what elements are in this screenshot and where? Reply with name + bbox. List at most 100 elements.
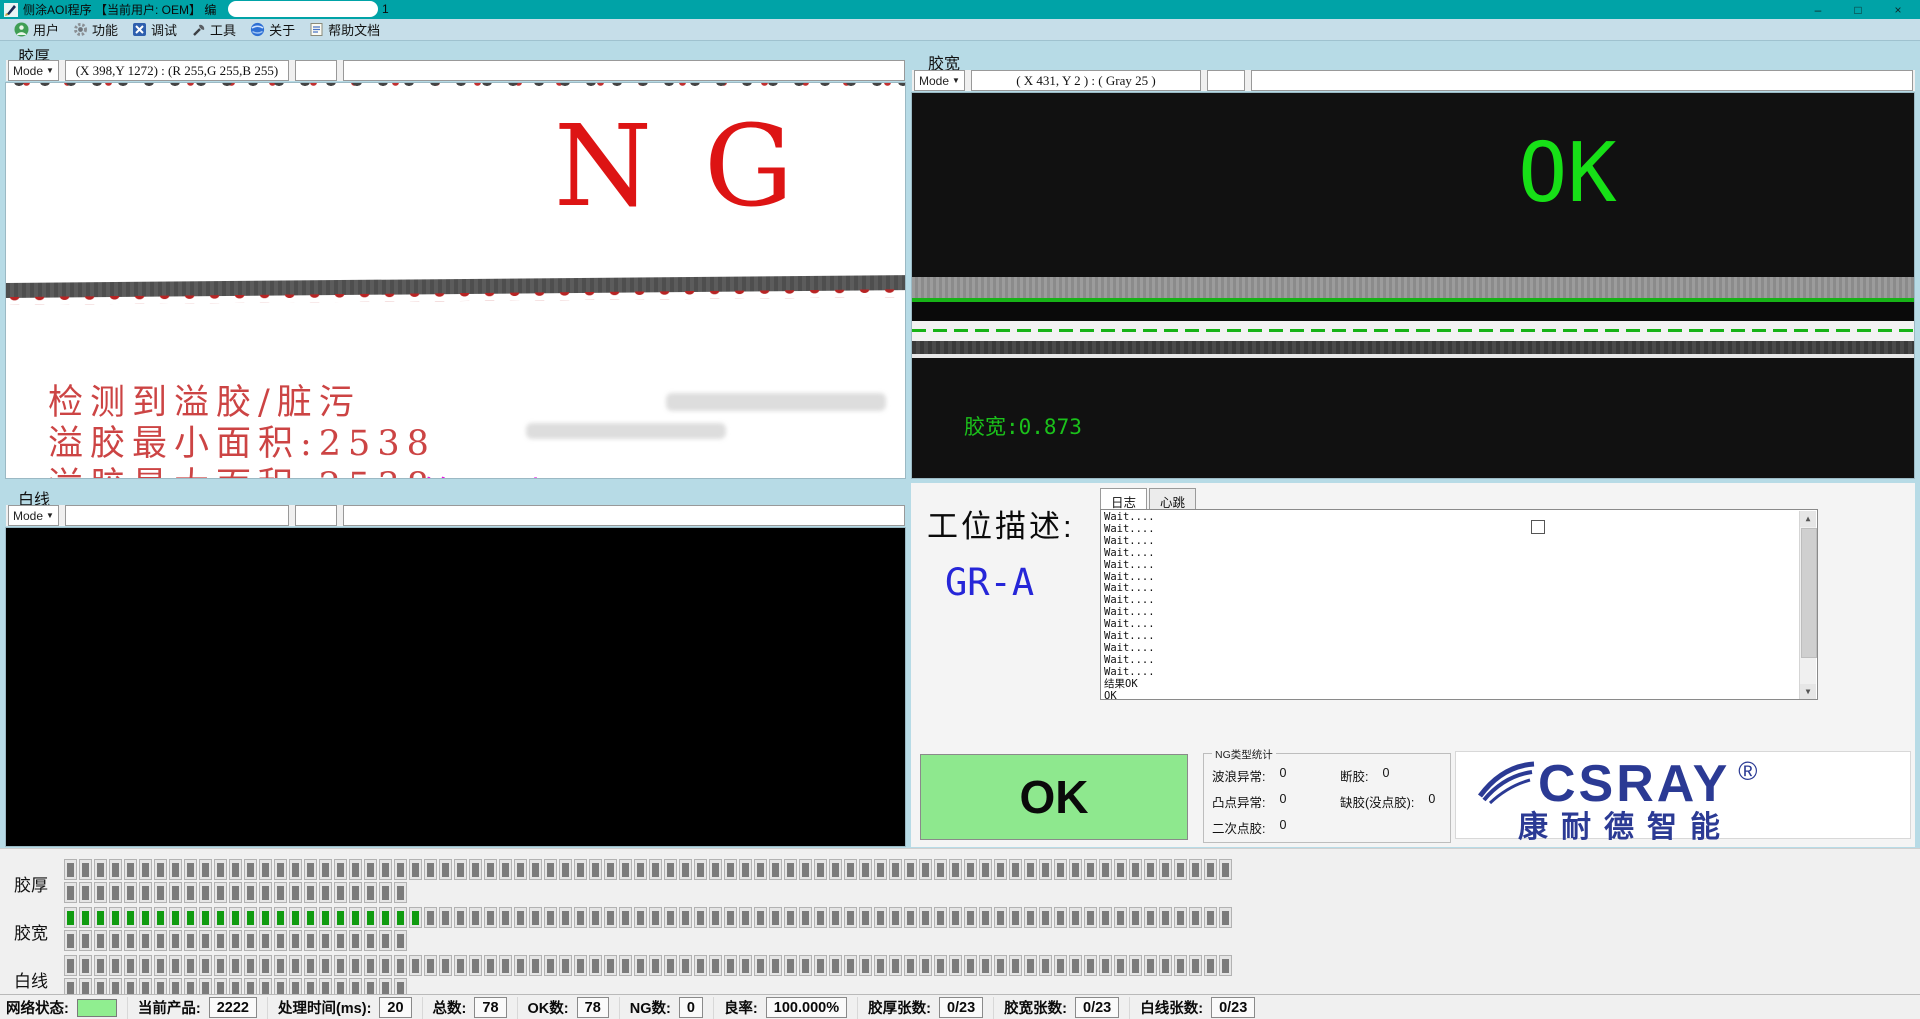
log-scrollbar[interactable]: ▲ ▼ <box>1799 511 1816 700</box>
menu-item-help[interactable]: 帮助文档 <box>309 20 380 39</box>
menu-item-about[interactable]: 关于 <box>250 20 295 39</box>
log-line: Wait.... <box>1104 548 1817 560</box>
frame-indicator <box>634 859 647 880</box>
chevron-down-icon: ▼ <box>46 511 54 520</box>
menu-bar: 用户 功能 调试 工具 关于 帮助文档 <box>0 19 1920 41</box>
status-label: 总数: <box>433 997 467 1018</box>
frame-indicator <box>904 955 917 976</box>
log-line: Wait.... <box>1104 607 1817 619</box>
indicator-row-label: 胶宽 <box>14 919 48 944</box>
frame-indicator <box>394 859 407 880</box>
frame-indicator <box>169 930 182 951</box>
frame-indicator <box>109 907 122 928</box>
frame-indicator <box>199 907 212 928</box>
frame-indicator <box>274 859 287 880</box>
frame-indicator <box>679 907 692 928</box>
frame-indicator <box>589 955 602 976</box>
log-checkbox[interactable] <box>1531 520 1545 534</box>
minimize-button[interactable]: – <box>1798 0 1838 19</box>
status-bar-item: NG数:0 <box>619 997 703 1019</box>
frame-indicator <box>409 955 422 976</box>
station-desc-value: GR-A <box>945 561 1034 604</box>
overall-result-button[interactable]: OK <box>920 754 1188 840</box>
frame-indicator <box>439 955 452 976</box>
frame-indicator <box>184 930 197 951</box>
image-view-jiaohou[interactable]: NG 检测到溢胶/脏污 溢胶最小面积:2538 溢胶最大面积:2538 第37张… <box>5 82 906 479</box>
status-label: 处理时间(ms): <box>278 997 371 1018</box>
frame-indicator <box>364 955 377 976</box>
scroll-thumb[interactable] <box>1801 528 1817 658</box>
user-icon <box>14 22 29 37</box>
frame-indicator <box>529 955 542 976</box>
scroll-up-icon[interactable]: ▲ <box>1800 511 1816 527</box>
frame-indicator <box>1099 955 1112 976</box>
ng-stat-label: 缺胶(没点胶): <box>1340 792 1414 811</box>
frame-indicator <box>109 882 122 903</box>
ng-stat-value: 0 <box>1279 792 1286 811</box>
frame-indicator <box>1189 955 1202 976</box>
indicator-row-label: 胶厚 <box>14 871 48 896</box>
frame-indicator <box>319 955 332 976</box>
frame-indicator <box>634 907 647 928</box>
mode-dropdown[interactable]: Mode▼ <box>8 60 59 81</box>
frame-indicator <box>529 907 542 928</box>
frame-indicator <box>874 859 887 880</box>
frame-indicator <box>1024 955 1037 976</box>
log-line: Wait.... <box>1104 643 1817 655</box>
log-line: Wait.... <box>1104 619 1817 631</box>
tab-log[interactable]: 日志 <box>1100 488 1147 509</box>
frame-indicator <box>1129 859 1142 880</box>
frame-indicator <box>214 930 227 951</box>
frame-indicator <box>874 955 887 976</box>
menu-item-tools[interactable]: 工具 <box>191 20 236 39</box>
frame-indicator <box>184 882 197 903</box>
frame-indicator <box>184 907 197 928</box>
status-value: 0 <box>679 997 703 1018</box>
log-list[interactable]: Wait....Wait....Wait....Wait....Wait....… <box>1100 509 1818 700</box>
maximize-button[interactable]: □ <box>1838 0 1878 19</box>
frame-indicator <box>289 955 302 976</box>
menu-item-function[interactable]: 功能 <box>73 20 118 39</box>
mode-dropdown[interactable]: Mode▼ <box>914 70 965 91</box>
frame-indicator <box>799 859 812 880</box>
frame-indicator <box>499 859 512 880</box>
frame-indicator <box>544 907 557 928</box>
toolbar-box-wide <box>1251 70 1913 91</box>
tab-heartbeat[interactable]: 心跳 <box>1149 488 1196 509</box>
close-button[interactable]: × <box>1878 0 1918 19</box>
image-view-baixian[interactable] <box>5 527 906 847</box>
frame-indicator <box>814 859 827 880</box>
image-view-jiaokuan[interactable]: OK 胶宽:0.873 <box>911 92 1915 479</box>
mode-dropdown[interactable]: Mode▼ <box>8 505 59 526</box>
scroll-down-icon[interactable]: ▼ <box>1800 684 1816 700</box>
frame-indicator <box>1099 907 1112 928</box>
frame-indicator <box>919 859 932 880</box>
frame-indicator <box>304 930 317 951</box>
frame-indicator <box>334 930 347 951</box>
frame-indicator <box>364 859 377 880</box>
frame-indicator <box>1039 907 1052 928</box>
frame-indicator <box>754 859 767 880</box>
frame-indicator <box>244 882 257 903</box>
frame-indicator <box>304 859 317 880</box>
menu-item-debug[interactable]: 调试 <box>132 20 177 39</box>
frame-indicator <box>79 930 92 951</box>
frame-indicator <box>199 955 212 976</box>
frame-indicator <box>64 859 77 880</box>
frame-indicator <box>514 859 527 880</box>
frame-indicator <box>319 859 332 880</box>
frame-indicator <box>664 955 677 976</box>
frame-indicator <box>874 907 887 928</box>
ng-stat-item: 波浪异常:0 <box>1212 766 1340 785</box>
frame-indicator <box>1114 955 1127 976</box>
mode-label: Mode <box>919 74 949 88</box>
frame-indicator <box>799 955 812 976</box>
frame-indicator <box>244 955 257 976</box>
frame-indicator <box>754 955 767 976</box>
frame-indicator <box>64 955 77 976</box>
menu-item-user[interactable]: 用户 <box>14 20 59 39</box>
frame-indicator <box>769 859 782 880</box>
frame-indicator <box>214 907 227 928</box>
log-line: Wait.... <box>1104 631 1817 643</box>
frame-indicator <box>154 907 167 928</box>
